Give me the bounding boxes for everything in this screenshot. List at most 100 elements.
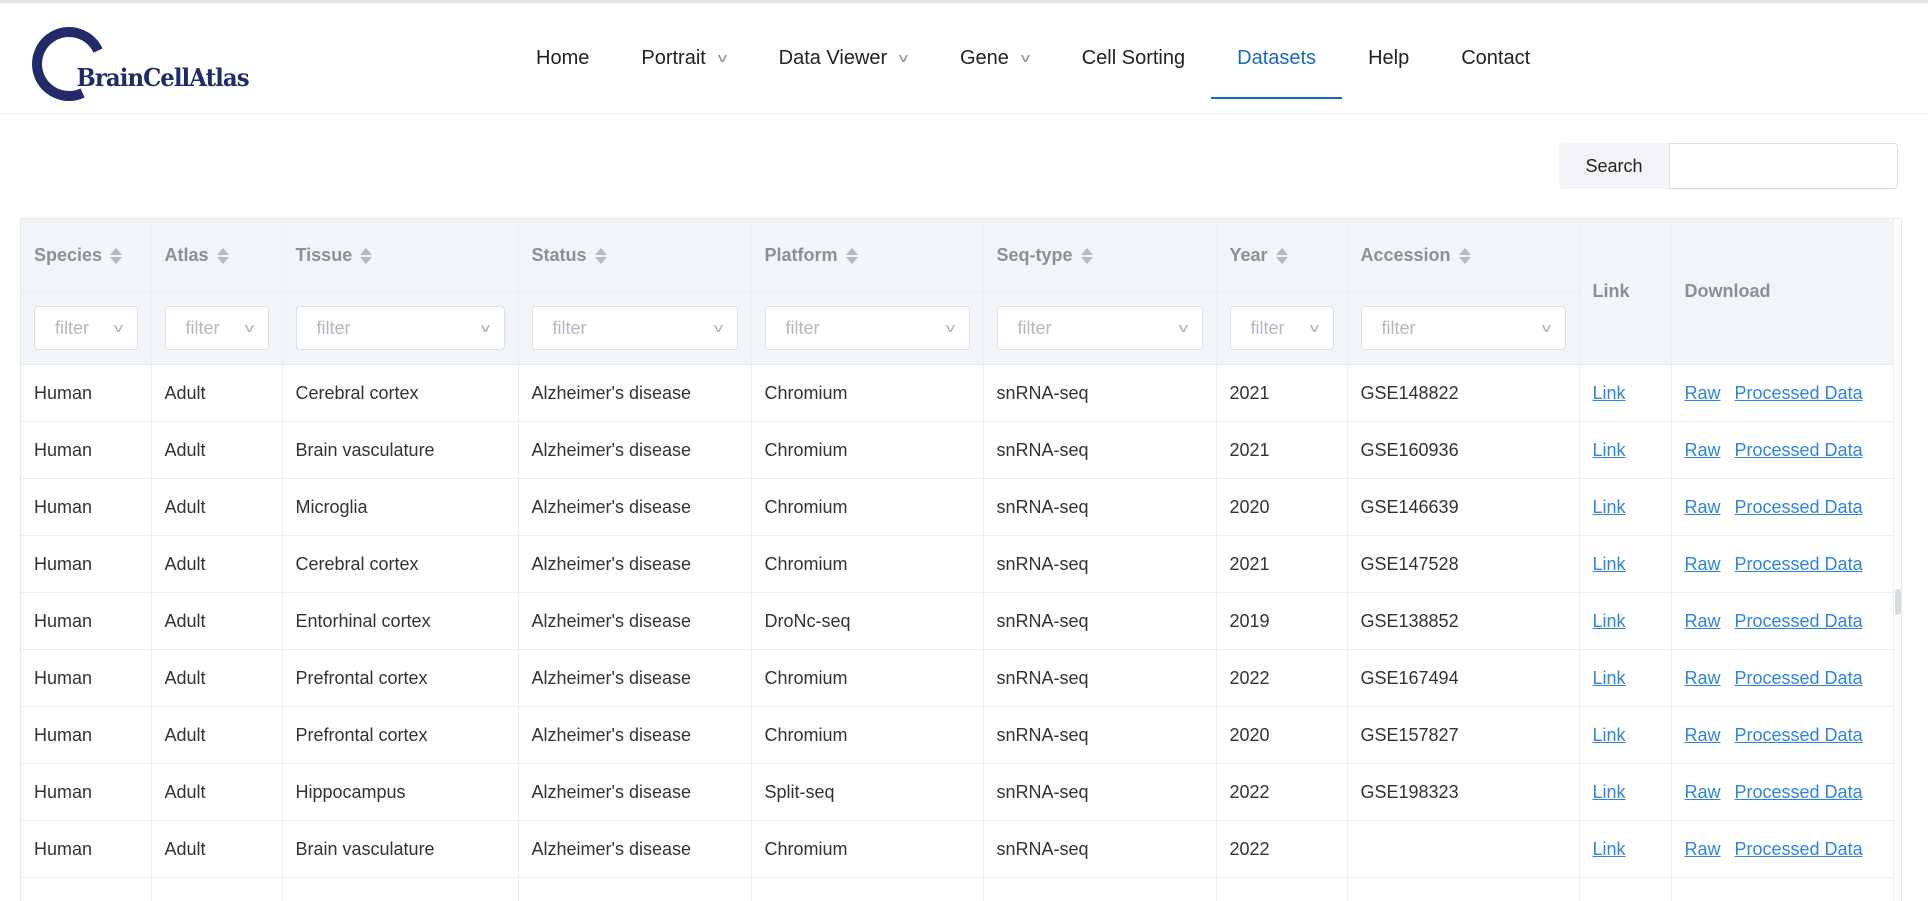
column-header-accession[interactable]: Accession [1347, 219, 1579, 292]
processed-data-link[interactable]: Processed Data [1735, 725, 1863, 745]
cell-status: Alzheimer's disease [518, 650, 751, 707]
link-link[interactable]: Link [1593, 782, 1626, 802]
link-link[interactable]: Link [1593, 611, 1626, 631]
nav-item-data-viewer[interactable]: Data Viewer∨ [753, 3, 934, 113]
nav-item-home[interactable]: Home [510, 3, 615, 113]
column-header-year[interactable]: Year [1216, 219, 1347, 292]
cell-empty [751, 878, 983, 901]
raw-link[interactable]: Raw [1685, 668, 1721, 688]
column-header-atlas[interactable]: Atlas [151, 219, 282, 292]
filter-select-accession[interactable]: filter∨ [1361, 306, 1566, 350]
cell-atlas: Adult [151, 764, 282, 821]
cell-accession: GSE160936 [1347, 422, 1579, 479]
cell-seq-type: snRNA-seq [983, 764, 1216, 821]
link-link[interactable]: Link [1593, 497, 1626, 517]
cell-accession: GSE146639 [1347, 479, 1579, 536]
cell-accession: GSE138852 [1347, 593, 1579, 650]
nav-item-cell-sorting[interactable]: Cell Sorting [1056, 3, 1211, 113]
cell-download: Raw Processed Data [1671, 479, 1893, 536]
filter-select-year[interactable]: filter∨ [1230, 306, 1334, 350]
cell-tissue: Cerebral cortex [282, 536, 518, 593]
cell-atlas: Adult [151, 650, 282, 707]
raw-link[interactable]: Raw [1685, 554, 1721, 574]
filter-select-platform[interactable]: filter∨ [765, 306, 970, 350]
processed-data-link[interactable]: Processed Data [1735, 554, 1863, 574]
nav-item-gene[interactable]: Gene∨ [934, 3, 1056, 113]
column-title: Tissue [296, 245, 353, 265]
cell-status: Alzheimer's disease [518, 764, 751, 821]
raw-link[interactable]: Raw [1685, 440, 1721, 460]
datasets-table-container[interactable]: SpeciesAtlas Tissue Status Platform Seq-type… [20, 218, 1902, 901]
logo-text: BrainCellAtlas [77, 63, 249, 92]
raw-link[interactable]: Raw [1685, 782, 1721, 802]
filter-select-species[interactable]: filter ∨ [34, 306, 138, 350]
link-link[interactable]: Link [1593, 839, 1626, 859]
nav-item-datasets[interactable]: Datasets [1211, 3, 1342, 113]
sort-icon[interactable] [595, 247, 605, 265]
nav-item-contact[interactable]: Contact [1435, 3, 1556, 113]
column-title: Seq-type [997, 245, 1073, 265]
chevron-down-icon: ∨ [111, 321, 125, 335]
processed-data-link[interactable]: Processed Data [1735, 497, 1863, 517]
column-header-species[interactable]: Species [21, 219, 151, 292]
link-link[interactable]: Link [1593, 383, 1626, 403]
nav-label: Cell Sorting [1082, 47, 1185, 70]
filter-cell: filter∨ [1347, 292, 1579, 365]
filter-select-status[interactable]: filter∨ [532, 306, 738, 350]
sort-icon[interactable] [846, 247, 856, 265]
raw-link[interactable]: Raw [1685, 611, 1721, 631]
filter-select-atlas[interactable]: filter∨ [165, 306, 269, 350]
raw-link[interactable]: Raw [1685, 839, 1721, 859]
processed-data-link[interactable]: Processed Data [1735, 611, 1863, 631]
search-input[interactable] [1669, 143, 1898, 189]
search-label: Search [1559, 143, 1669, 189]
table-row: HumanAdultPrefrontal cortexAlzheimer's d… [21, 707, 1893, 764]
column-title: Platform [765, 245, 838, 265]
filter-placeholder: filter [55, 318, 89, 339]
cell-species: Human [21, 479, 151, 536]
cell-tissue: Microglia [282, 479, 518, 536]
cell-species: Human [21, 536, 151, 593]
brain-cell-atlas-logo[interactable]: BrainCellAtlas [28, 23, 248, 101]
nav-label: Contact [1461, 47, 1530, 70]
link-link[interactable]: Link [1593, 725, 1626, 745]
cell-tissue: Cerebral cortex [282, 365, 518, 422]
cell-status: Alzheimer's disease [518, 422, 751, 479]
nav-label: Help [1368, 47, 1409, 70]
link-link[interactable]: Link [1593, 440, 1626, 460]
table-scrollbar[interactable] [1895, 589, 1901, 615]
sort-icon[interactable] [1276, 247, 1286, 265]
sort-icon[interactable] [360, 247, 370, 265]
cell-year: 2022 [1216, 650, 1347, 707]
cell-download: Raw Processed Data [1671, 365, 1893, 422]
filter-select-seq-type[interactable]: filter∨ [997, 306, 1203, 350]
sort-icon[interactable] [1081, 247, 1091, 265]
raw-link[interactable]: Raw [1685, 497, 1721, 517]
link-link[interactable]: Link [1593, 668, 1626, 688]
column-header-tissue[interactable]: Tissue [282, 219, 518, 292]
processed-data-link[interactable]: Processed Data [1735, 668, 1863, 688]
column-header-seq-type[interactable]: Seq-type [983, 219, 1216, 292]
cell-tissue: Hippocampus [282, 764, 518, 821]
sort-icon[interactable] [217, 247, 227, 265]
filter-select-tissue[interactable]: filter∨ [296, 306, 505, 350]
cell-download: Raw Processed Data [1671, 536, 1893, 593]
cell-status: Alzheimer's disease [518, 821, 751, 878]
processed-data-link[interactable]: Processed Data [1735, 782, 1863, 802]
nav-item-help[interactable]: Help [1342, 3, 1435, 113]
column-header-status[interactable]: Status [518, 219, 751, 292]
link-link[interactable]: Link [1593, 554, 1626, 574]
processed-data-link[interactable]: Processed Data [1735, 440, 1863, 460]
processed-data-link[interactable]: Processed Data [1735, 383, 1863, 403]
sort-icon[interactable] [110, 247, 120, 265]
nav-item-portrait[interactable]: Portrait∨ [615, 3, 752, 113]
raw-link[interactable]: Raw [1685, 383, 1721, 403]
cell-platform: Chromium [751, 650, 983, 707]
processed-data-link[interactable]: Processed Data [1735, 839, 1863, 859]
column-header-platform[interactable]: Platform [751, 219, 983, 292]
sort-icon[interactable] [1459, 247, 1469, 265]
cell-atlas: Adult [151, 479, 282, 536]
cell-atlas: Adult [151, 593, 282, 650]
cell-tissue: Brain vasculature [282, 422, 518, 479]
raw-link[interactable]: Raw [1685, 725, 1721, 745]
